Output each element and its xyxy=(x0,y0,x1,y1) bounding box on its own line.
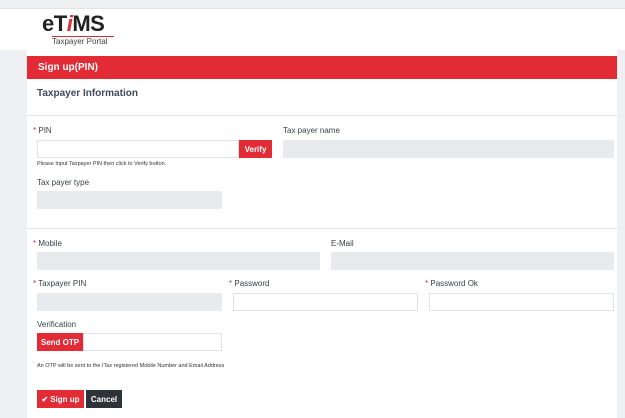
taxpayer-type-field[interactable] xyxy=(37,191,222,209)
section-title: Taxpayer Information xyxy=(37,88,138,99)
password-ok-label-text: Password Ok xyxy=(430,279,478,288)
password-input[interactable] xyxy=(233,293,418,311)
divider xyxy=(27,228,617,229)
logo-text-end: MS xyxy=(72,11,105,36)
sign-up-label: Sign up xyxy=(50,394,80,404)
password-label-text: Password xyxy=(234,279,270,288)
page-title-bar: Sign up(PIN) xyxy=(27,56,617,79)
required-mark: * xyxy=(425,279,429,288)
otp-input[interactable] xyxy=(83,333,222,351)
etims-logo: eTiMS Taxpayer Portal xyxy=(42,12,122,50)
email-label: E-Mail xyxy=(331,239,354,248)
required-mark: * xyxy=(229,279,233,288)
taxpayer-pin-field[interactable] xyxy=(37,293,222,311)
pin-input[interactable] xyxy=(37,140,239,158)
mobile-field[interactable] xyxy=(37,252,320,270)
password-ok-label: * Password Ok xyxy=(425,279,478,288)
mobile-label-text: Mobile xyxy=(38,239,62,248)
taxpayer-pin-label: * Taxpayer PIN xyxy=(33,279,86,288)
check-icon: ✔ xyxy=(41,394,49,404)
browser-top-bar xyxy=(0,0,625,9)
mobile-label: * Mobile xyxy=(33,239,62,248)
required-mark: * xyxy=(33,126,37,135)
otp-note: An OTP will be sent to the ITax register… xyxy=(37,363,225,369)
sign-up-button[interactable]: ✔ Sign up xyxy=(37,390,84,408)
logo-subtitle: Taxpayer Portal xyxy=(52,36,114,47)
pin-label: * PIN xyxy=(33,126,52,135)
taxpayer-type-label: Tax payer type xyxy=(37,178,90,187)
send-otp-button[interactable]: Send OTP xyxy=(37,333,83,351)
taxpayer-name-field[interactable] xyxy=(283,140,614,158)
pin-help-text: Please Input Taxpayer PIN then click to … xyxy=(37,161,167,167)
required-mark: * xyxy=(33,239,37,248)
verify-button[interactable]: Verify xyxy=(239,140,272,158)
required-mark: * xyxy=(33,279,37,288)
right-gutter xyxy=(617,50,625,418)
email-field[interactable] xyxy=(331,252,614,270)
left-gutter xyxy=(0,50,27,418)
pin-label-text: PIN xyxy=(38,126,52,135)
password-label: * Password xyxy=(229,279,269,288)
taxpayer-name-label: Tax payer name xyxy=(283,126,340,135)
taxpayer-pin-label-text: Taxpayer PIN xyxy=(38,279,87,288)
divider xyxy=(27,115,617,116)
cancel-button[interactable]: Cancel xyxy=(86,390,122,408)
password-ok-input[interactable] xyxy=(429,293,614,311)
verification-label: Verification xyxy=(37,320,77,329)
logo-text: eT xyxy=(42,11,67,36)
